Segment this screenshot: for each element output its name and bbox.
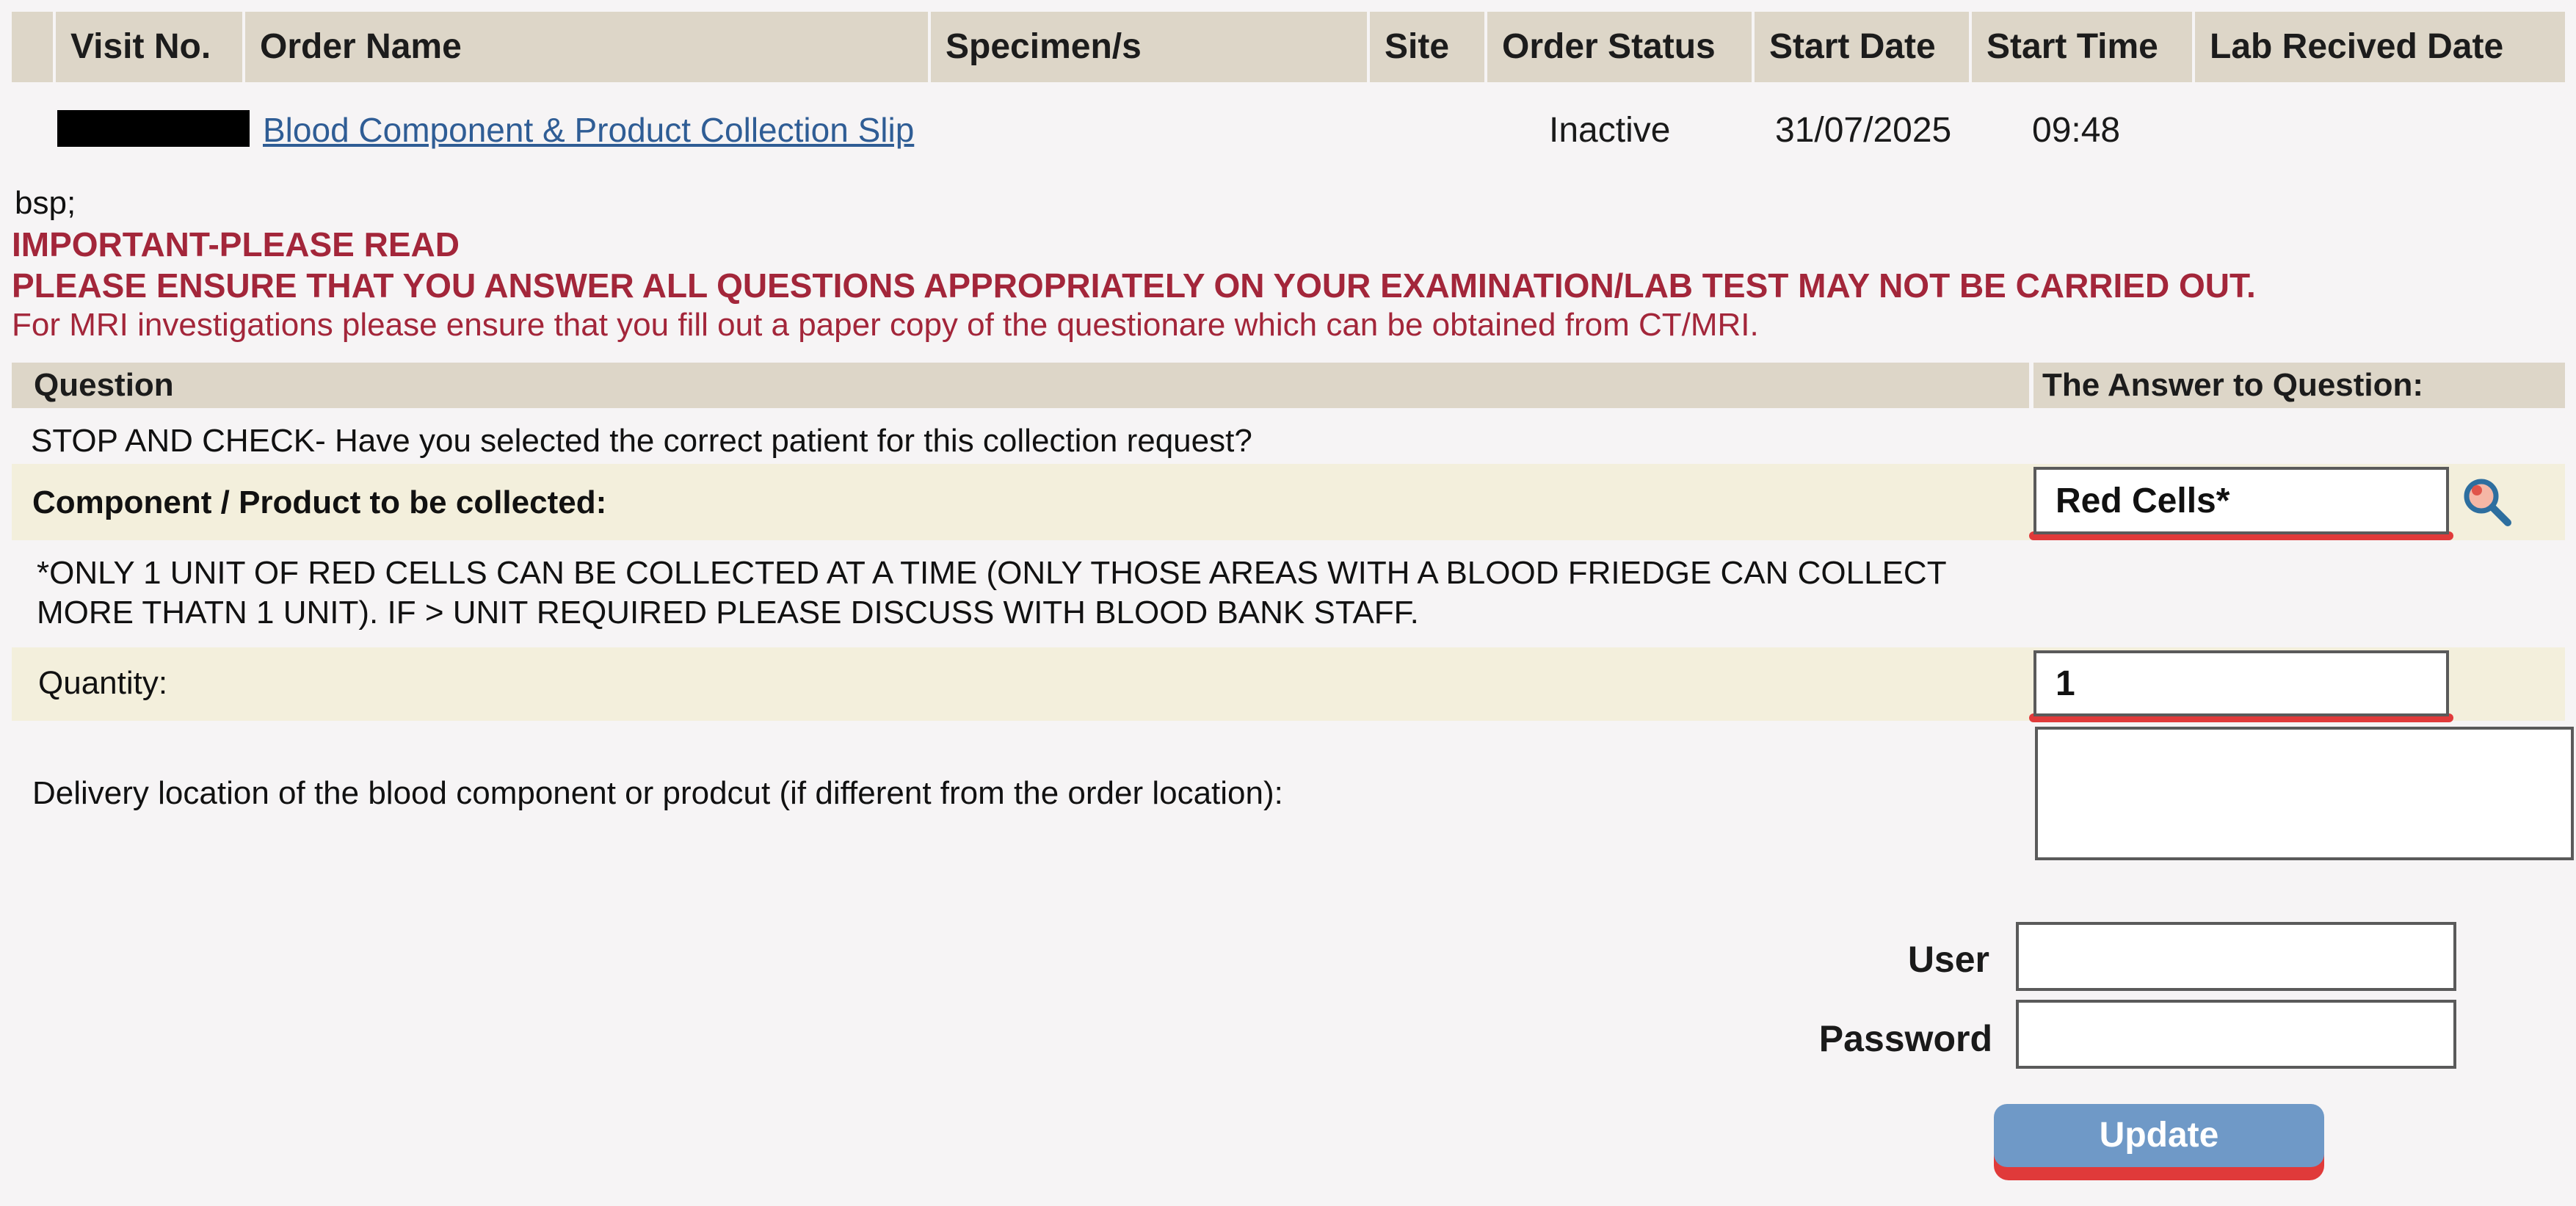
column-header-select — [12, 12, 53, 82]
order-name-link[interactable]: Blood Component & Product Collection Sli… — [263, 110, 914, 150]
quantity-label: Quantity: — [38, 665, 168, 701]
column-header-specimens[interactable]: Specimen/s — [931, 12, 1367, 82]
page: Visit No. Order Name Specimen/s Site Ord… — [0, 0, 2576, 1206]
start-time-value: 09:48 — [2032, 111, 2121, 150]
order-status-value: Inactive — [1549, 111, 1671, 150]
user-input[interactable] — [2016, 922, 2456, 991]
component-label: Component / Product to be collected: — [32, 484, 607, 520]
red-cells-note-line-1: *ONLY 1 UNIT OF RED CELLS CAN BE COLLECT… — [37, 555, 1947, 591]
stop-and-check-question: STOP AND CHECK- Have you selected the co… — [31, 423, 1252, 459]
column-header-lab-received-date[interactable]: Lab Recived Date — [2195, 12, 2565, 82]
stray-text: bsp; — [15, 185, 76, 221]
column-header-order-name[interactable]: Order Name — [245, 12, 928, 82]
password-input[interactable] — [2016, 1000, 2456, 1069]
question-column-header: Question — [12, 363, 2029, 408]
column-header-visit-no[interactable]: Visit No. — [56, 12, 242, 82]
column-header-start-date[interactable]: Start Date — [1755, 12, 1969, 82]
start-date-value: 31/07/2025 — [1775, 111, 1952, 150]
important-heading: IMPORTANT-PLEASE READ — [12, 225, 460, 264]
delivery-location-field[interactable] — [2035, 727, 2574, 860]
user-label: User — [1907, 939, 1989, 980]
answer-column-header: The Answer to Question: — [2033, 363, 2565, 408]
red-cells-note-line-2: MORE THATN 1 UNIT). IF > UNIT REQUIRED P… — [37, 595, 1419, 631]
quantity-field[interactable]: 1 — [2033, 650, 2449, 716]
search-icon[interactable] — [2461, 476, 2514, 528]
update-button[interactable]: Update — [1994, 1104, 2324, 1167]
column-header-order-status[interactable]: Order Status — [1487, 12, 1752, 82]
password-label: Password — [1818, 1018, 1992, 1059]
column-header-site[interactable]: Site — [1370, 12, 1484, 82]
component-field[interactable]: Red Cells* — [2033, 467, 2449, 534]
mri-note: For MRI investigations please ensure tha… — [12, 307, 1759, 343]
column-header-start-time[interactable]: Start Time — [1972, 12, 2192, 82]
answer-warning: PLEASE ENSURE THAT YOU ANSWER ALL QUESTI… — [12, 266, 2256, 305]
redacted-visit-number — [57, 110, 250, 147]
delivery-location-label: Delivery location of the blood component… — [32, 775, 1283, 811]
